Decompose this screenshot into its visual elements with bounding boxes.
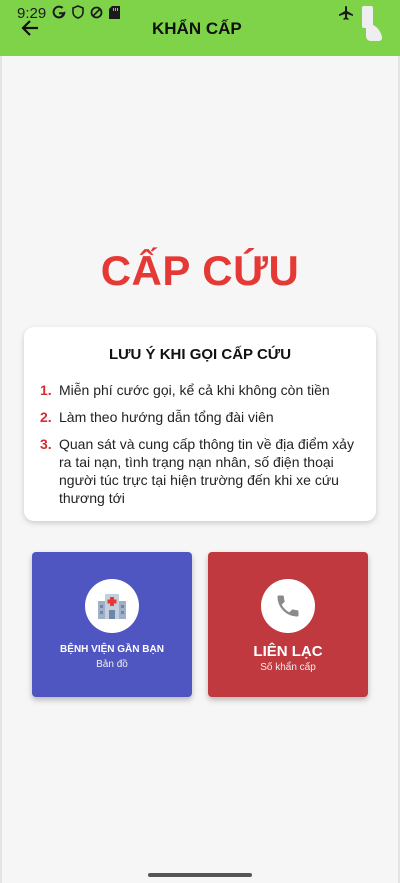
contact-button-label: LIÊN LẠC — [253, 643, 323, 660]
back-button[interactable] — [18, 16, 42, 40]
battery-icon — [360, 3, 384, 48]
emergency-headline: CẤP CỨU — [100, 247, 300, 294]
hospital-button-label: BỆNH VIỆN GẦN BẠN — [60, 644, 164, 655]
shield-icon — [72, 4, 84, 20]
list-item-text: Làm theo hướng dẫn tổng đài viên — [59, 409, 274, 425]
contact-button-sublabel: Số khẩn cấp — [260, 662, 316, 673]
list-item-number: 3. — [40, 436, 52, 452]
status-icons — [52, 4, 120, 20]
phone-icon — [277, 595, 299, 617]
data-saver-icon — [90, 4, 103, 20]
notes-list: 1. Miễn phí cước gọi, kể cả khi không cò… — [40, 381, 360, 516]
divider — [0, 56, 2, 883]
hospital-button-sublabel: Bản đồ — [96, 659, 128, 670]
page-title: KHẨN CẤP — [152, 19, 242, 38]
notes-title: LƯU Ý KHI GỌI CẤP CỨU — [108, 346, 292, 363]
arrow-left-icon — [21, 20, 38, 36]
home-indicator[interactable] — [148, 873, 252, 877]
phone-icon-circle — [261, 579, 315, 633]
notes-card: LƯU Ý KHI GỌI CẤP CỨU 1. Miễn phí cước g… — [24, 327, 376, 521]
hospital-icon-circle — [85, 579, 139, 633]
airplane-icon — [338, 5, 354, 26]
list-item-number: 2. — [40, 409, 52, 425]
list-item-text: Quan sát và cung cấp thông tin về địa đi… — [59, 436, 354, 506]
list-item-text: Miễn phí cước gọi, kể cả khi không còn t… — [59, 382, 330, 398]
nearby-hospital-button[interactable]: BỆNH VIỆN GẦN BẠN Bản đồ — [32, 552, 192, 697]
list-item: 1. Miễn phí cước gọi, kể cả khi không cò… — [40, 381, 360, 399]
hospital-icon — [98, 594, 126, 619]
sd-card-icon — [109, 4, 120, 20]
contact-button[interactable]: LIÊN LẠC Số khẩn cấp — [208, 552, 368, 697]
list-item: 2. Làm theo hướng dẫn tổng đài viên — [40, 408, 360, 426]
list-item-number: 1. — [40, 382, 52, 398]
app-header: 9:29 KHẨN CẤP — [0, 0, 400, 56]
list-item: 3. Quan sát và cung cấp thông tin về địa… — [40, 435, 360, 507]
google-icon — [52, 4, 66, 20]
